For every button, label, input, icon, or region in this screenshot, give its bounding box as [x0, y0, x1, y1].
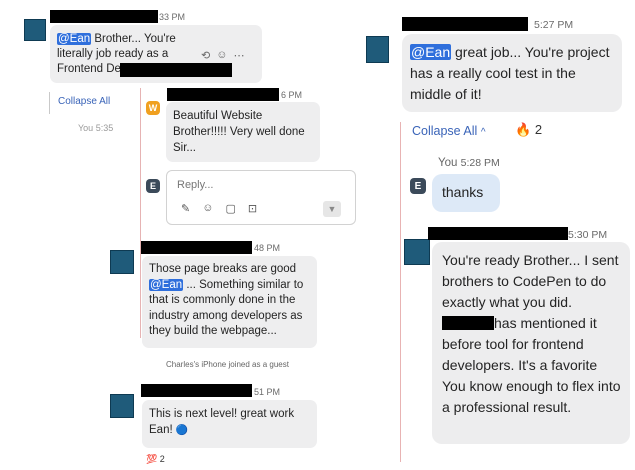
redacted-name — [402, 17, 528, 31]
more-icon[interactable]: ⋯ — [233, 49, 244, 62]
emoji-icon[interactable]: ☺ — [216, 49, 227, 61]
redacted-name — [50, 10, 158, 23]
message-time: 5:30 PM — [568, 229, 608, 241]
reaction-chip[interactable]: 💯 2 — [146, 454, 165, 465]
collapse-all-link[interactable]: Collapse All ^ — [412, 124, 486, 138]
file-icon[interactable]: ▢ — [225, 202, 235, 215]
avatar[interactable] — [404, 239, 430, 265]
mention-tag[interactable]: @Ean — [410, 44, 452, 60]
mention-tag[interactable]: @Ean — [57, 33, 92, 45]
redacted-name — [428, 227, 568, 240]
message-body: You're ready Brother... I sent brothers … — [442, 252, 619, 310]
thread-line-red — [140, 88, 141, 338]
system-note: Charles's iPhone joined as a guest — [166, 360, 289, 369]
send-button[interactable]: ▼ — [323, 201, 341, 217]
message-time: 5:27 PM — [534, 19, 574, 31]
emoji-icon[interactable]: ☺ — [202, 202, 213, 215]
hundred-emoji: 💯 — [146, 454, 158, 464]
avatar[interactable]: E — [146, 179, 160, 193]
chevron-up-icon: ^ — [480, 127, 486, 138]
message-text: @Ean great job... You're project has a r… — [410, 42, 615, 105]
avatar[interactable] — [110, 250, 134, 274]
redacted-name — [141, 241, 252, 254]
collapse-all-label: Collapse All — [412, 124, 478, 138]
fire-emoji: 🔥 — [515, 122, 532, 137]
globe-emoji: 🔵 — [175, 425, 189, 436]
message-time: 33 PM — [159, 12, 186, 22]
reply-author: You 5:28 PM — [438, 157, 500, 169]
reaction-chip[interactable]: 🔥 2 — [515, 122, 542, 138]
author-name: You — [438, 157, 458, 169]
message-body: has mentioned it before tool for fronten… — [442, 315, 621, 415]
message-time: 5:28 PM — [460, 157, 500, 169]
redacted-name — [141, 384, 252, 397]
avatar[interactable]: W — [146, 101, 160, 115]
thread-line — [49, 92, 50, 114]
message-body: Those page breaks are good — [149, 263, 297, 275]
avatar[interactable] — [110, 394, 134, 418]
send-icon: ▼ — [327, 204, 337, 214]
message-time: 6 PM — [281, 90, 303, 100]
reply-icon[interactable]: ⟲ — [201, 49, 210, 62]
mention-tag[interactable]: @Ean — [149, 278, 184, 291]
reply-box[interactable]: Reply... ✎ ☺ ▢ ⊡ ▼ — [166, 170, 356, 225]
redacted-inline — [442, 316, 494, 330]
reply-input[interactable]: Reply... — [177, 179, 213, 191]
redacted-text — [120, 63, 232, 77]
thread-line — [400, 122, 401, 462]
format-icon[interactable]: ✎ — [181, 202, 190, 215]
message-actions-toolbar: ⟲ ☺ ⋯ — [201, 47, 259, 63]
redacted-name — [167, 88, 279, 101]
reaction-count: 2 — [159, 454, 165, 464]
reaction-count: 2 — [534, 122, 543, 137]
faded-time: You 5:35 — [78, 123, 114, 133]
message-body: Beautiful Website Brother!!!!! Very well… — [173, 110, 305, 154]
message-time: 48 PM — [254, 243, 281, 253]
message-text: You're ready Brother... I sent brothers … — [442, 250, 622, 418]
reply-toolbar: ✎ ☺ ▢ ⊡ — [181, 202, 257, 215]
avatar[interactable] — [366, 36, 389, 63]
message-body: This is next level! great work Ean! — [149, 408, 295, 436]
collapse-all-link[interactable]: Collapse All — [58, 96, 110, 107]
message-body: thanks — [442, 184, 484, 200]
avatar[interactable]: E — [410, 178, 426, 194]
message-text: This is next level! great work Ean! 🔵 — [149, 406, 299, 439]
message-time: 51 PM — [254, 387, 281, 397]
avatar[interactable] — [24, 19, 46, 41]
message-text: Those page breaks are good @Ean ... Some… — [149, 262, 311, 340]
screenshot-icon[interactable]: ⊡ — [248, 202, 257, 215]
